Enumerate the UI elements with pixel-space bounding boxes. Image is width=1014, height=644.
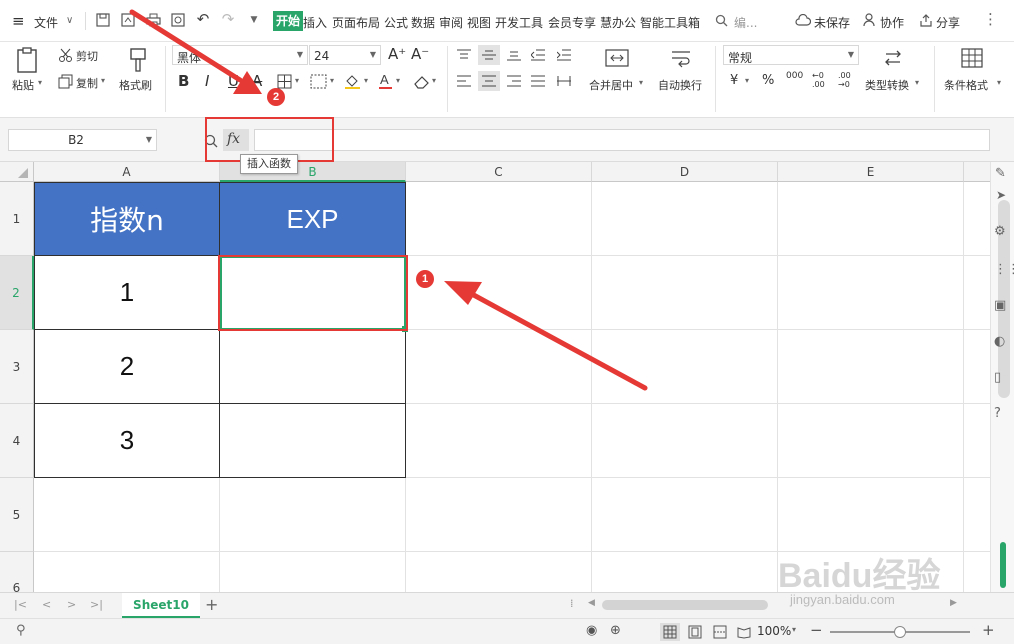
arrow-1-head	[444, 281, 482, 305]
arrow-2-shaft	[129, 9, 243, 83]
watermark-url: jingyan.baidu.com	[790, 592, 895, 607]
spreadsheet-window: ≡ 文件 ∨ ↶ ↷ ▼ 开始 插入 页面布局 公式 数据 审阅 视图 开发工具…	[0, 0, 1014, 644]
arrow-1-shaft	[467, 290, 648, 391]
arrow-2-head	[233, 71, 262, 94]
watermark-brand: Baidu经验	[778, 557, 941, 595]
annotation-badge-2: 2	[267, 88, 285, 106]
annotation-badge-1: 1	[416, 270, 434, 288]
